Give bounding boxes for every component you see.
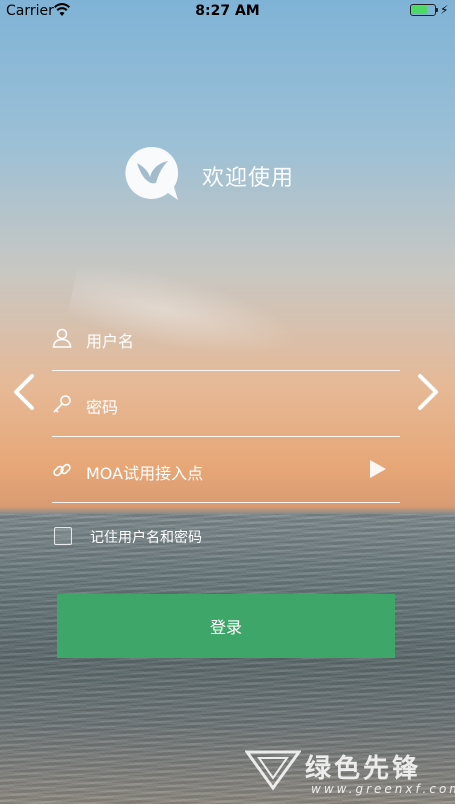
username-placeholder: 用户名 [86,332,135,351]
battery-fill [412,6,427,14]
login-button[interactable]: 登录 [57,594,395,658]
key-icon [53,395,71,413]
chevron-left-icon[interactable] [10,372,40,412]
watermark: 绿色先锋 www.greenxf.com [245,744,455,804]
password-placeholder: 密码 [86,398,119,417]
background-sea [0,514,455,804]
password-field[interactable]: 密码 [52,372,400,437]
endpoint-placeholder: MOA试用接入点 [86,464,204,483]
play-icon[interactable] [370,460,386,478]
remember-checkbox[interactable] [54,527,72,545]
bird-speech-bubble-icon [125,146,179,200]
watermark-url: www.greenxf.com [311,782,455,796]
watermark-text: 绿色先锋 [305,754,422,784]
link-icon [53,463,71,477]
username-field[interactable]: 用户名 [52,306,400,371]
endpoint-field[interactable]: MOA试用接入点 [52,438,400,503]
welcome-title: 欢迎使用 [202,166,295,191]
status-time: 8:27 AM [195,3,260,19]
user-icon [52,328,72,348]
watermark-logo-icon [245,750,301,791]
status-bar: Carrier 8:27 AM ⚡ [0,0,455,22]
remember-label: 记住用户名和密码 [90,530,202,546]
battery-icon [410,4,438,16]
chevron-right-icon[interactable] [412,372,442,412]
charging-bolt-icon: ⚡ [440,3,449,17]
